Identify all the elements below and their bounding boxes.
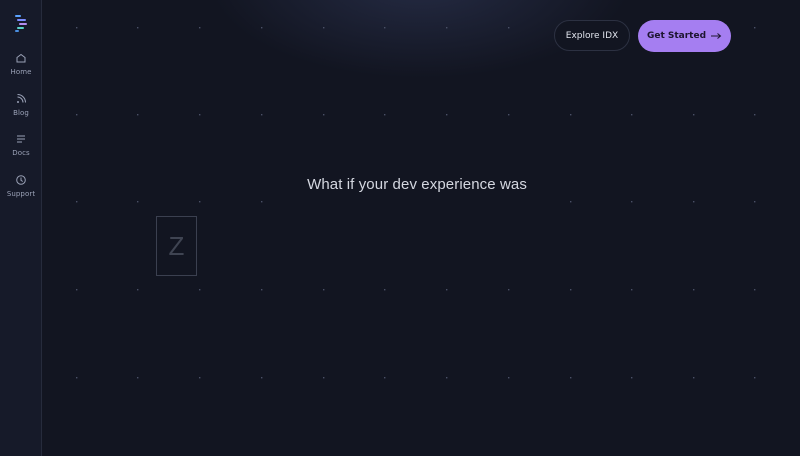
background-dot-grid	[76, 27, 756, 379]
hero-headline: What if your dev experience was	[307, 176, 527, 193]
get-started-button[interactable]: Get Started	[638, 20, 731, 52]
sidebar-item-label: Home	[10, 68, 32, 76]
rss-icon	[17, 94, 26, 103]
sidebar-item-home[interactable]: Home	[0, 52, 42, 86]
app-window: Home Blog Docs Support Explore IDX Get S…	[0, 0, 800, 456]
letter-tile-text: Z	[168, 230, 185, 261]
get-started-label: Get Started	[646, 31, 707, 41]
arrow-right-icon	[711, 33, 722, 39]
home-icon	[16, 53, 26, 63]
sidebar-item-docs[interactable]: Docs	[0, 133, 42, 167]
animated-letter-tile: Z	[156, 216, 197, 276]
sidebar-item-blog[interactable]: Blog	[0, 93, 42, 127]
docs-icon	[17, 135, 25, 143]
sidebar-item-label: Blog	[13, 109, 29, 117]
idx-logo-icon[interactable]	[13, 14, 29, 32]
sidebar: Home Blog Docs Support	[0, 0, 42, 456]
explore-idx-button[interactable]: Explore IDX	[554, 20, 630, 51]
sidebar-item-label: Docs	[12, 149, 30, 157]
explore-idx-label: Explore IDX	[565, 30, 619, 41]
